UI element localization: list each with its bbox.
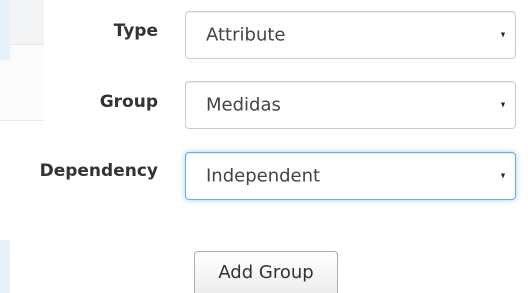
background-divider (0, 120, 44, 121)
type-select-value: Attribute (206, 24, 286, 46)
group-label: Group (99, 92, 158, 112)
add-group-button[interactable]: Add Group (194, 251, 338, 293)
dependency-label: Dependency (39, 161, 158, 181)
caret-down-icon (501, 102, 505, 108)
type-select[interactable]: Attribute (185, 11, 516, 59)
type-label: Type (113, 21, 158, 41)
caret-down-icon (501, 173, 505, 179)
group-select-value: Medidas (206, 94, 281, 116)
background-accent (0, 240, 10, 293)
dependency-select[interactable]: Independent (185, 152, 516, 200)
dependency-select-value: Independent (206, 165, 321, 187)
background-accent (0, 0, 10, 60)
caret-down-icon (501, 32, 505, 38)
group-select[interactable]: Medidas (185, 81, 516, 129)
